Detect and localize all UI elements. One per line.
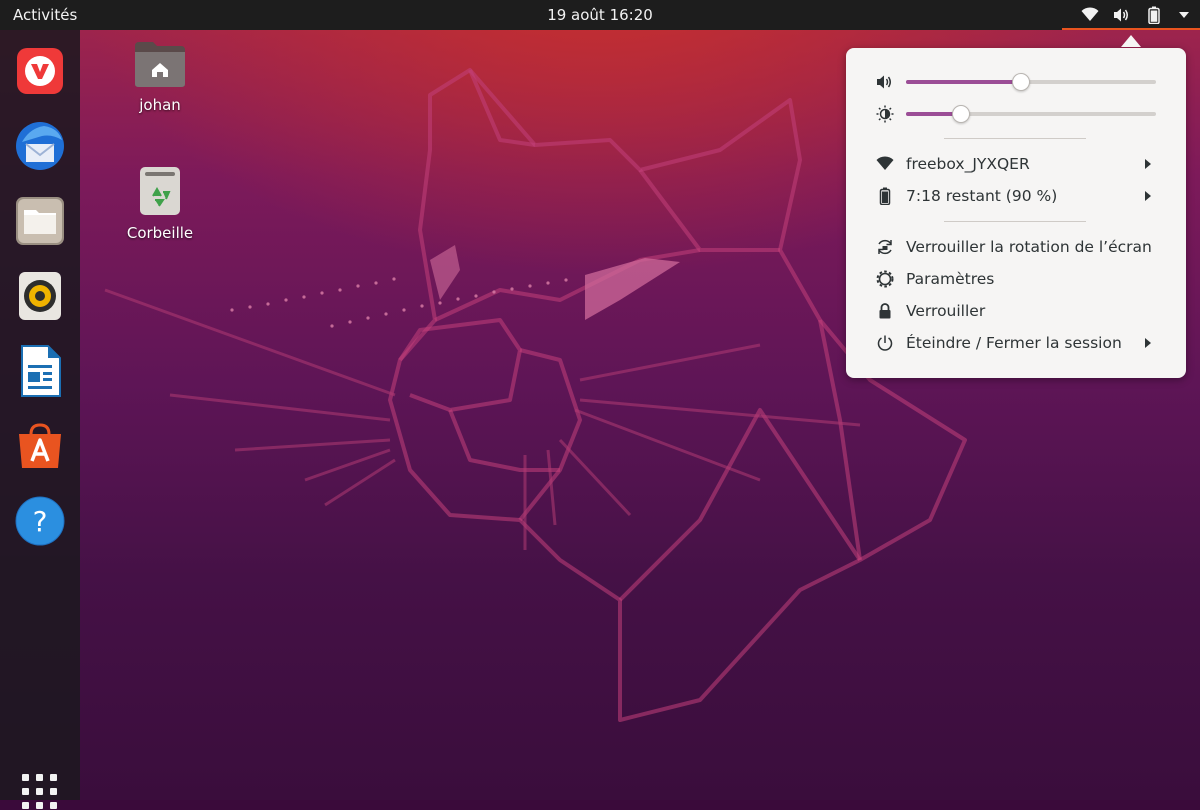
home-folder-icon [135, 42, 185, 87]
clock-button[interactable]: 19 août 16:20 [547, 6, 653, 24]
menu-separator [944, 138, 1086, 139]
menu-item-rotation-lock[interactable]: Verrouiller la rotation de l’écran [846, 231, 1186, 263]
volume-slider[interactable] [906, 73, 1156, 91]
volume-icon [877, 75, 891, 89]
wifi-icon [876, 156, 894, 170]
popup-pointer [1121, 35, 1141, 47]
menu-item-label: Paramètres [906, 270, 995, 288]
volume-slider-row [846, 66, 1186, 96]
system-tray-button[interactable] [1062, 0, 1200, 30]
menu-item-power[interactable]: Éteindre / Fermer la session [846, 327, 1186, 359]
brightness-icon [876, 105, 894, 123]
software-store-icon [19, 423, 61, 468]
desktop-icon-trash[interactable]: Corbeille [110, 166, 210, 242]
brightness-slider-handle[interactable] [952, 105, 970, 123]
top-bar: Activités 19 août 16:20 [0, 0, 1200, 30]
menu-item-label: 7:18 restant (90 %) [906, 187, 1058, 205]
menu-chevron-icon [1170, 0, 1198, 30]
menu-item-wifi[interactable]: freebox_JYXQER [846, 148, 1186, 180]
desktop-icon-home[interactable]: johan [110, 40, 210, 114]
menu-item-label: freebox_JYXQER [906, 155, 1030, 173]
writer-document-icon [21, 345, 61, 397]
brightness-slider-row [846, 98, 1186, 128]
lock-icon [879, 303, 891, 319]
active-indicator [1062, 28, 1200, 30]
dock: ? [0, 30, 80, 809]
help-icon: ? [15, 496, 65, 546]
submenu-arrow-icon [1145, 159, 1151, 169]
menu-item-lock[interactable]: Verrouiller [846, 295, 1186, 327]
system-menu: freebox_JYXQER 7:18 restant (90 %) Verro… [846, 48, 1186, 378]
volume-icon [1106, 0, 1138, 30]
activities-button[interactable]: Activités [13, 0, 77, 30]
dock-item-writer[interactable] [12, 343, 68, 399]
dock-item-rhythmbox[interactable] [12, 268, 68, 324]
rhythmbox-speaker-icon [19, 272, 61, 320]
menu-item-label: Éteindre / Fermer la session [906, 334, 1122, 352]
submenu-arrow-icon [1145, 191, 1151, 201]
menu-separator [944, 221, 1086, 222]
brightness-slider[interactable] [906, 105, 1156, 123]
svg-text:?: ? [33, 505, 48, 538]
clock: 19 août 16:20 [0, 0, 1200, 30]
wifi-icon [1074, 0, 1106, 30]
dock-item-thunderbird[interactable] [12, 118, 68, 174]
desktop-icon-label: Corbeille [126, 224, 194, 242]
menu-item-label: Verrouiller [906, 302, 986, 320]
battery-icon [1138, 0, 1170, 30]
desktop-icon-label: johan [139, 96, 181, 114]
volume-slider-fill [906, 80, 1021, 84]
app-grid-icon[interactable] [22, 774, 58, 810]
power-icon [877, 335, 893, 351]
dock-item-vivaldi[interactable] [12, 43, 68, 99]
trash-icon [140, 167, 180, 215]
rotation-lock-icon [878, 239, 892, 255]
menu-item-battery[interactable]: 7:18 restant (90 %) [846, 180, 1186, 212]
vivaldi-browser-icon [17, 48, 63, 94]
thunderbird-mail-icon [16, 122, 64, 170]
menu-item-label: Verrouiller la rotation de l’écran [906, 238, 1152, 256]
submenu-arrow-icon [1145, 338, 1151, 348]
files-folder-icon [16, 197, 64, 245]
battery-icon [879, 187, 891, 205]
dock-item-files[interactable] [12, 193, 68, 249]
settings-icon [876, 270, 894, 288]
dock-item-help[interactable]: ? [12, 493, 68, 549]
menu-item-settings[interactable]: Paramètres [846, 263, 1186, 295]
dock-item-software[interactable] [12, 418, 68, 474]
volume-slider-handle[interactable] [1012, 73, 1030, 91]
